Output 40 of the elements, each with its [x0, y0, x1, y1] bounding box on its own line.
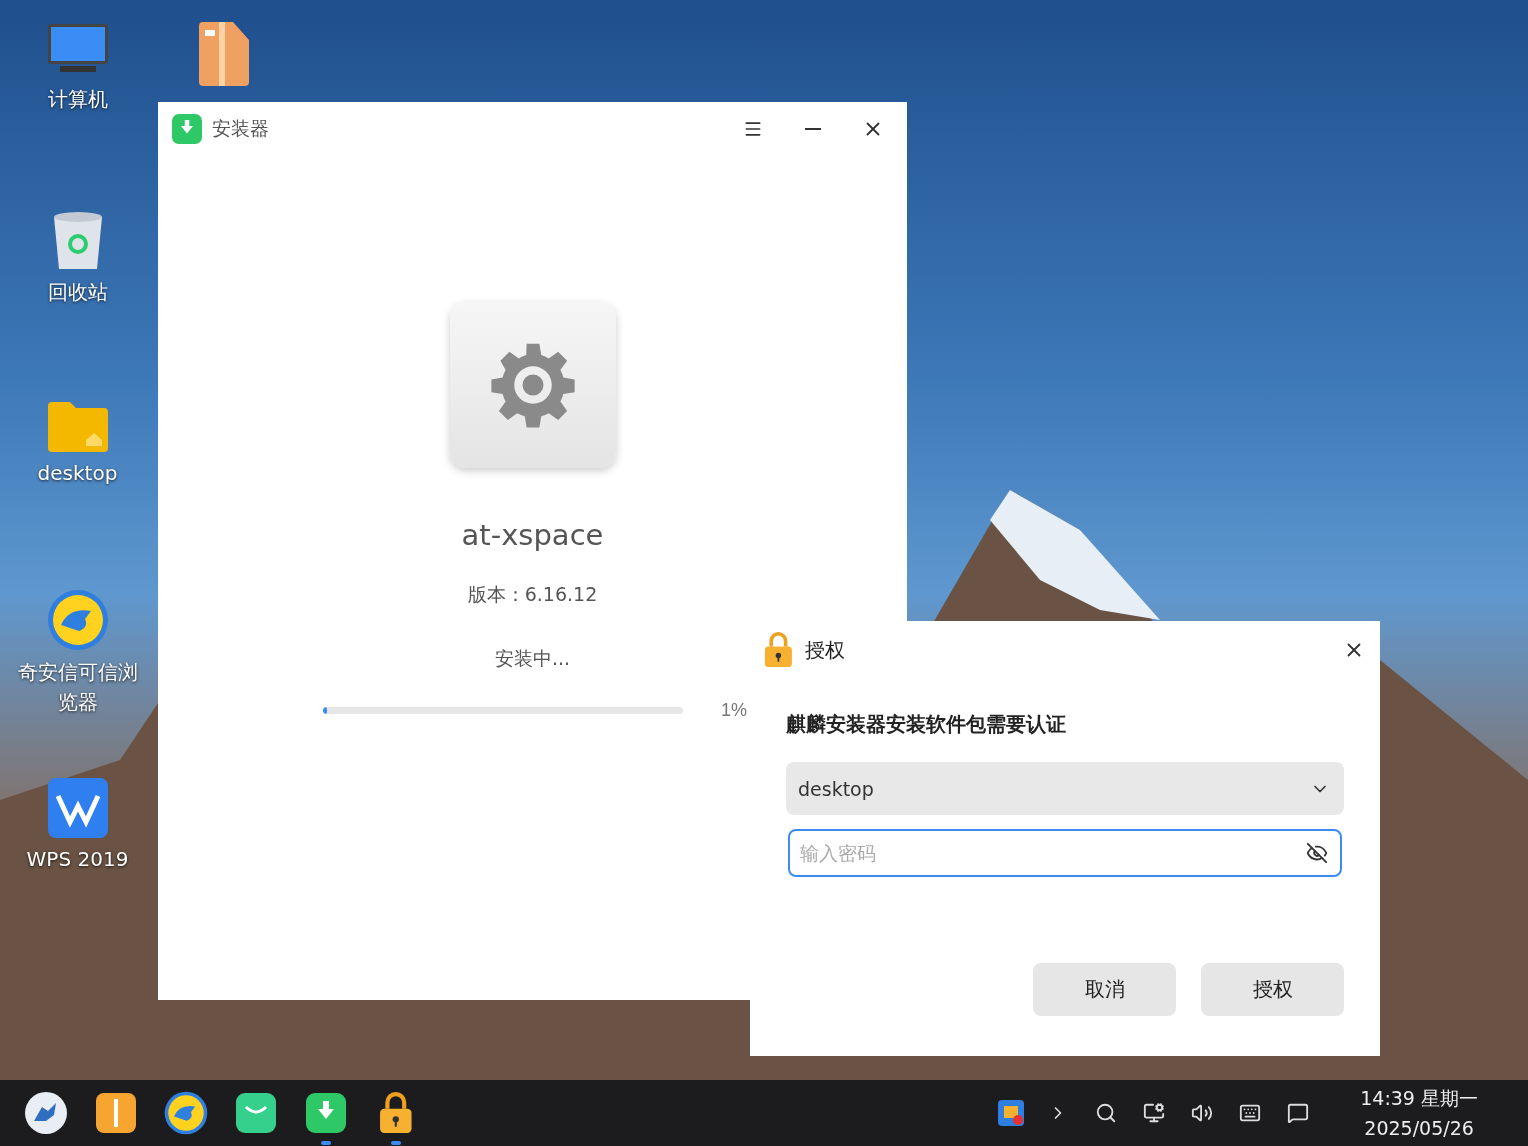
desktop-icon-label[interactable]: 计算机 [12, 84, 143, 114]
trash-icon [51, 211, 104, 271]
document-app-icon [47, 778, 108, 838]
message-icon [1287, 1102, 1310, 1124]
dialog-title: 授权 [804, 636, 846, 664]
clock-date: 2025/05/26 [1364, 1116, 1474, 1141]
clock-time: 14:39 星期一 [1360, 1086, 1478, 1111]
start-menu-icon [24, 1091, 68, 1135]
desktop-icon-label[interactable]: 奇安信可信浏览器 [12, 657, 143, 717]
hide-password-icon[interactable] [1306, 842, 1328, 864]
search-icon [1095, 1102, 1118, 1124]
monitor-icon [1143, 1102, 1166, 1124]
browser-icon [46, 589, 109, 651]
desktop-icon-label[interactable]: 回收站 [12, 277, 143, 307]
window-title: 安装器 [212, 116, 270, 141]
lock-icon [379, 1092, 413, 1134]
lock-icon [764, 632, 793, 668]
installer-icon [306, 1093, 346, 1133]
authorize-button[interactable]: 授权 [1201, 963, 1344, 1016]
browser-icon [164, 1091, 208, 1135]
menu-icon [743, 119, 763, 139]
status-text: 安装中... [494, 646, 571, 671]
folder-icon [45, 400, 110, 452]
package-icon [199, 22, 251, 86]
app-name: at-xspace [461, 518, 604, 552]
auth-message: 麒麟安装器安装软件包需要认证 [786, 711, 1067, 738]
tray-app-icon[interactable] [998, 1100, 1025, 1126]
desktop-icon-label[interactable]: WPS 2019 [12, 844, 143, 874]
minimize-icon [805, 128, 821, 130]
mail-app-icon [236, 1093, 276, 1133]
user-select[interactable]: desktop [786, 762, 1344, 815]
file-manager-icon [96, 1093, 136, 1133]
version-text: 版本：6.16.12 [467, 582, 598, 607]
speaker-icon [1191, 1102, 1214, 1124]
cancel-button[interactable]: 取消 [1033, 963, 1176, 1016]
installer-icon [172, 114, 202, 144]
desktop-icon-label[interactable]: desktop [12, 458, 143, 488]
password-field[interactable]: 输入密码 [788, 829, 1342, 877]
keyboard-icon [1239, 1102, 1262, 1124]
progress-percent: 1% [721, 700, 747, 721]
